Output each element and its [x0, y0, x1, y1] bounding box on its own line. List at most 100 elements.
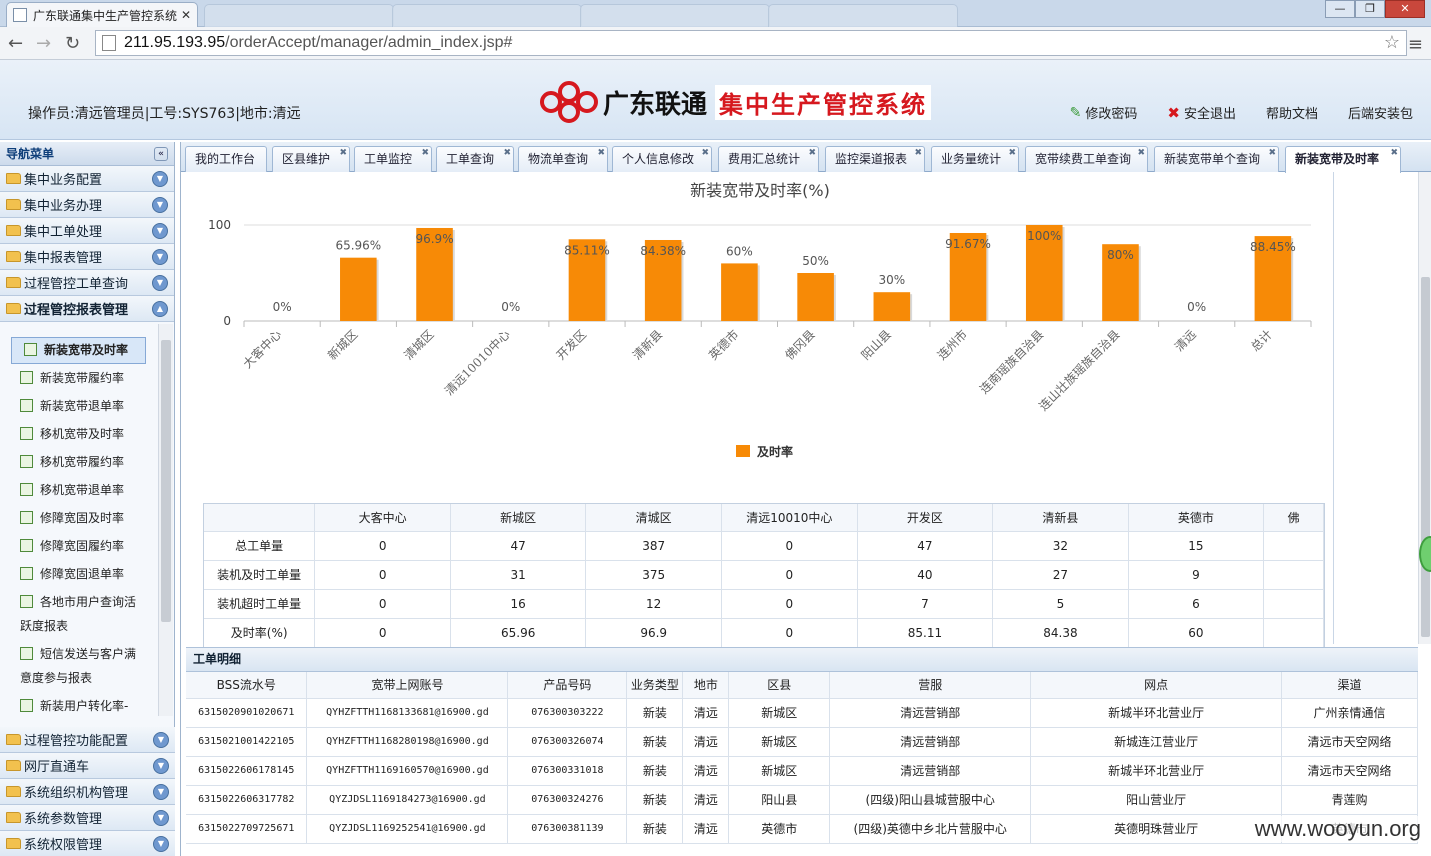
chevron-down-icon[interactable]: ▼ [152, 275, 168, 291]
nav-group-process-func-config[interactable]: 过程管控功能配置 ▼ [0, 727, 175, 753]
bookmark-star-icon[interactable]: ☆ [1384, 32, 1400, 53]
backend-package-link[interactable]: 后端安装包 [1348, 103, 1413, 122]
detail-column-header[interactable]: 产品号码 [507, 672, 628, 699]
close-tab-icon[interactable]: ✖ [914, 147, 922, 159]
nav-item[interactable]: 移机宽带履约率 [20, 450, 156, 474]
nav-item[interactable]: 移机宽带退单率 [20, 478, 156, 502]
chevron-up-icon[interactable]: ▲ [152, 301, 168, 317]
close-tab-icon[interactable]: ✖ [1008, 147, 1016, 159]
close-tab-icon[interactable]: ✖ [339, 147, 347, 159]
detail-column-header[interactable]: 宽带上网账号 [306, 672, 509, 699]
nav-item[interactable]: 移机宽带及时率 [20, 422, 156, 446]
tab-logistics[interactable]: 物流单查询 ✖ [518, 146, 608, 172]
detail-column-header[interactable]: 地市 [682, 672, 730, 699]
close-tab-icon[interactable]: ✖ [808, 147, 816, 159]
nav-group-report[interactable]: 集中报表管理 ▼ [0, 244, 174, 270]
chevron-down-icon[interactable]: ▼ [153, 758, 169, 774]
detail-column-header[interactable]: 营服 [829, 672, 1032, 699]
window-close-icon[interactable]: ✕ [1385, 0, 1425, 18]
tab-new-broadband-timely[interactable]: 新装宽带及时率 ✖ [1285, 146, 1401, 173]
scrollbar-thumb[interactable] [161, 340, 171, 622]
browser-menu-icon[interactable]: ≡ [1408, 34, 1423, 55]
nav-item[interactable]: 新装宽带退单率 [20, 394, 156, 418]
detail-column-header[interactable]: 网点 [1030, 672, 1282, 699]
help-doc-link[interactable]: 帮助文档 [1266, 103, 1318, 122]
collapse-sidebar-icon[interactable]: « [154, 146, 168, 161]
reload-icon[interactable]: ↻ [65, 33, 80, 54]
detail-column-header[interactable]: 渠道 [1281, 672, 1418, 699]
chevron-down-icon[interactable]: ▼ [153, 732, 169, 748]
bar[interactable] [340, 257, 377, 321]
browser-tab-background[interactable] [580, 4, 770, 27]
table-row[interactable]: 6315022606317782 QYZJDSL1169184273@16900.… [186, 785, 1418, 815]
tab-fee-summary[interactable]: 费用汇总统计 ✖ [718, 146, 819, 172]
back-arrow-icon[interactable]: ← [8, 33, 23, 54]
tab-single-query[interactable]: 新装宽带单个查询 ✖ [1154, 146, 1279, 172]
nav-item[interactable]: 新装用户转化率- [20, 694, 156, 714]
chart-vertical-scrollbar[interactable] [1418, 172, 1431, 644]
chevron-down-icon[interactable]: ▼ [152, 223, 168, 239]
chevron-down-icon[interactable]: ▼ [152, 249, 168, 265]
address-bar[interactable]: 211.95.193.95/orderAccept/manager/admin_… [95, 30, 1407, 56]
browser-tab-background[interactable] [392, 4, 582, 27]
browser-tab-background[interactable] [768, 4, 958, 27]
chevron-down-icon[interactable]: ▼ [153, 836, 169, 852]
nav-item[interactable]: 新装宽带履约率 [20, 366, 156, 390]
chevron-down-icon[interactable]: ▼ [152, 171, 168, 187]
logout-link[interactable]: ✖ 安全退出 [1167, 103, 1236, 123]
close-tab-icon[interactable]: ✖ [421, 147, 429, 159]
bar[interactable] [797, 273, 834, 321]
nav-item[interactable]: 各地市用户查询活 [20, 590, 156, 614]
close-tab-icon[interactable]: ✖ [1137, 147, 1145, 159]
detail-column-header[interactable]: 业务类型 [626, 672, 684, 699]
close-tab-icon[interactable]: ✖ [701, 147, 709, 159]
tab-workorder-monitor[interactable]: 工单监控 ✖ [354, 146, 432, 172]
nav-group-business-handle[interactable]: 集中业务办理 ▼ [0, 192, 174, 218]
nav-item[interactable]: 短信发送与客户满 [20, 642, 156, 666]
nav-group-process-query[interactable]: 过程管控工单查询 ▼ [0, 270, 174, 296]
close-tab-icon[interactable]: ✕ [181, 8, 191, 22]
nav-group-org[interactable]: 系统组织机构管理 ▼ [0, 779, 175, 805]
nav-item-wrap[interactable]: 跃度报表 [20, 614, 156, 638]
close-tab-icon[interactable]: ✖ [503, 147, 511, 159]
maximize-icon[interactable]: ❐ [1355, 0, 1385, 18]
detail-column-header[interactable]: 区县 [728, 672, 831, 699]
scrollbar-thumb[interactable] [1421, 277, 1430, 637]
close-tab-icon[interactable]: ✖ [1268, 147, 1276, 159]
tab-volume-stats[interactable]: 业务量统计 ✖ [931, 146, 1019, 172]
nav-item-new-broadband-timely[interactable]: 新装宽带及时率 [11, 337, 146, 364]
minimize-icon[interactable]: — [1325, 0, 1355, 18]
nav-item[interactable]: 修障宽固退单率 [20, 562, 156, 586]
table-row[interactable]: 6315022606178145 QYHZFTTH1169160570@16900… [186, 756, 1418, 786]
chevron-down-icon[interactable]: ▼ [153, 810, 169, 826]
nav-item[interactable]: 修障宽固及时率 [20, 506, 156, 530]
table-row[interactable]: 6315021001422105 QYHZFTTH1168280198@16900… [186, 727, 1418, 757]
tab-workbench[interactable]: 我的工作台 [185, 146, 267, 172]
nav-item[interactable]: 修障宽固履约率 [20, 534, 156, 558]
browser-tab-background[interactable] [204, 4, 394, 27]
sidebar-scrollbar[interactable] [158, 324, 173, 716]
chevron-down-icon[interactable]: ▼ [152, 197, 168, 213]
tab-profile[interactable]: 个人信息修改 ✖ [612, 146, 712, 172]
bar[interactable] [721, 263, 758, 321]
tab-district[interactable]: 区县维护 ✖ [272, 146, 350, 172]
nav-group-workorder[interactable]: 集中工单处理 ▼ [0, 218, 174, 244]
forward-arrow-icon[interactable]: → [36, 33, 51, 54]
nav-item-wrap[interactable]: 意度参与报表 [20, 666, 156, 690]
chevron-down-icon[interactable]: ▼ [153, 784, 169, 800]
nav-group-business-config[interactable]: 集中业务配置 ▼ [0, 166, 174, 192]
browser-tab[interactable]: 广东联通集中生产管控系统 ✕ [6, 2, 198, 27]
change-password-link[interactable]: ✎ 修改密码 [1070, 103, 1138, 123]
tab-workorder-query[interactable]: 工单查询 ✖ [436, 146, 514, 172]
nav-group-params[interactable]: 系统参数管理 ▼ [0, 805, 175, 831]
bar[interactable] [873, 292, 911, 321]
table-row[interactable]: 6315022709725671 QYZJDSL1169252541@16900.… [186, 814, 1418, 844]
detail-column-header[interactable]: BSS流水号 [186, 672, 308, 699]
nav-group-permission[interactable]: 系统权限管理 ▼ [0, 831, 175, 856]
table-row[interactable]: 6315020901020671 QYHZFTTH1168133681@16900… [186, 698, 1418, 728]
tab-channel-report[interactable]: 监控渠道报表 ✖ [825, 146, 925, 172]
nav-group-online-hall[interactable]: 网厅直通车 ▼ [0, 753, 175, 779]
close-tab-icon[interactable]: ✖ [597, 147, 605, 159]
tab-renewal-query[interactable]: 宽带续费工单查询 ✖ [1025, 146, 1148, 172]
nav-group-process-report[interactable]: 过程管控报表管理 ▲ [0, 296, 174, 322]
